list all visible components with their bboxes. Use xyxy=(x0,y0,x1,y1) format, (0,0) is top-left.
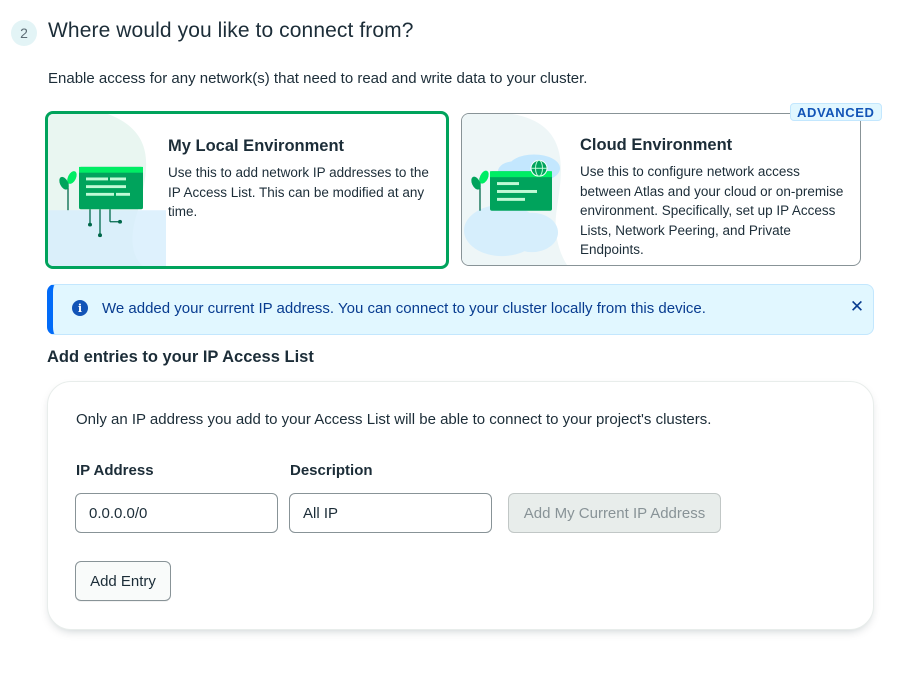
close-icon[interactable]: ✕ xyxy=(847,297,867,317)
description-label: Description xyxy=(290,462,373,479)
info-icon: i xyxy=(72,300,88,316)
cloud-environment-description: Use this to configure network access bet… xyxy=(580,164,844,257)
option-card-cloud-environment[interactable]: Cloud Environment Use this to configure … xyxy=(461,113,861,266)
step-title: Where would you like to connect from? xyxy=(48,19,414,42)
banner-message: We added your current IP address. You ca… xyxy=(102,300,706,317)
advanced-badge: ADVANCED xyxy=(790,103,882,121)
access-list-panel: Only an IP address you add to your Acces… xyxy=(47,381,874,630)
access-list-intro: Only an IP address you add to your Acces… xyxy=(76,411,712,428)
add-current-ip-button[interactable]: Add My Current IP Address xyxy=(508,493,721,533)
step-number-badge: 2 xyxy=(11,20,37,46)
option-card-local-environment[interactable]: My Local Environment Use this to add net… xyxy=(45,111,449,269)
cloud-network-illustration xyxy=(462,114,567,265)
add-entry-button[interactable]: Add Entry xyxy=(75,561,171,601)
description-input[interactable] xyxy=(289,493,492,533)
step-subtitle: Enable access for any network(s) that ne… xyxy=(48,70,588,87)
ip-address-label: IP Address xyxy=(76,462,154,479)
info-banner: i We added your current IP address. You … xyxy=(47,284,874,335)
local-environment-title: My Local Environment xyxy=(168,137,345,155)
local-network-illustration xyxy=(48,114,166,266)
ip-address-input[interactable] xyxy=(75,493,278,533)
local-environment-description: Use this to add network IP addresses to … xyxy=(168,165,429,219)
cloud-environment-title: Cloud Environment xyxy=(580,136,733,154)
access-list-heading: Add entries to your IP Access List xyxy=(47,348,314,366)
